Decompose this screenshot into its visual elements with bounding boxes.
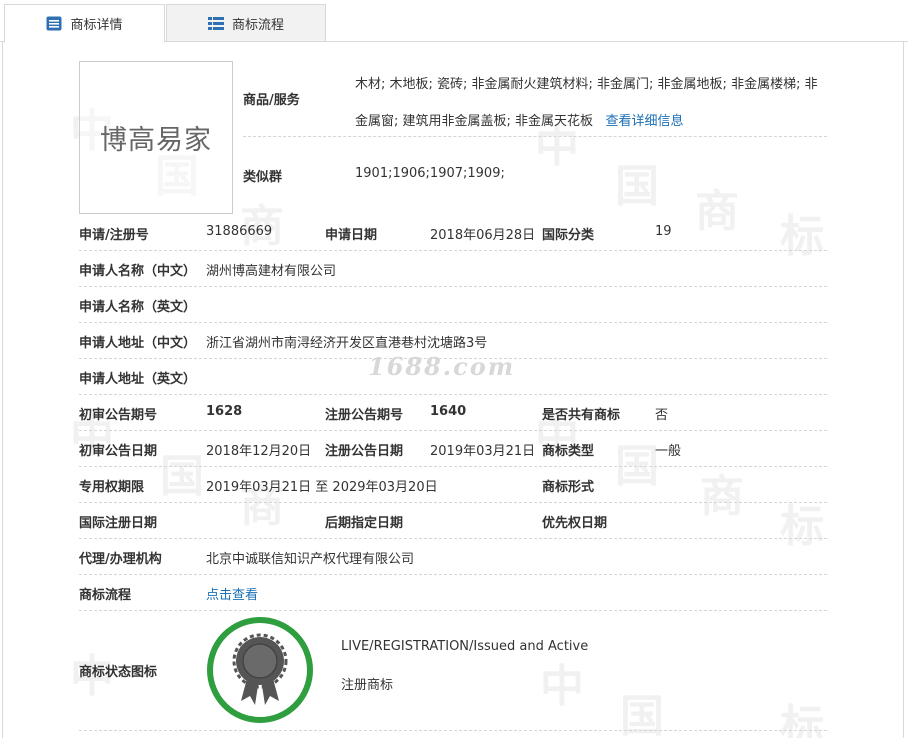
tab-bar: 商标详情 商标流程 xyxy=(0,0,908,43)
trademark-process-label: 商标流程 xyxy=(79,588,132,603)
reg-announcement-no-label: 注册公告期号 xyxy=(325,408,404,423)
watermark-glyph: 标 xyxy=(780,211,824,262)
divider xyxy=(79,538,827,539)
status-subtext: 注册商标 xyxy=(341,678,394,693)
document-icon xyxy=(46,16,62,31)
watermark-glyph: 国 xyxy=(160,451,204,502)
site-watermark: 1688.com xyxy=(368,352,516,381)
watermark-glyph: 商 xyxy=(240,201,284,252)
trademark-type-value: 一般 xyxy=(655,444,682,459)
shared-trademark-label: 是否共有商标 xyxy=(542,408,621,423)
applicant-address-cn-value: 浙江省湖州市南浔经济开发区直港巷村沈塘路3号 xyxy=(206,336,488,351)
applicant-name-cn-label: 申请人名称（中文） xyxy=(79,264,197,279)
later-designation-date-label: 后期指定日期 xyxy=(325,516,404,531)
divider xyxy=(79,322,827,323)
tab-trademark-detail-label: 商标详情 xyxy=(70,18,123,33)
watermark-glyph: 标 xyxy=(780,501,824,552)
divider xyxy=(79,358,827,359)
prelim-announcement-no-value: 1628 xyxy=(206,404,243,419)
divider xyxy=(79,466,827,467)
registered-medal-icon xyxy=(207,617,313,723)
watermark-glyph: 国 xyxy=(615,441,659,492)
watermark-glyph: 中 xyxy=(540,661,584,712)
view-process-link[interactable]: 点击查看 xyxy=(206,584,258,603)
exclusive-period-value: 2019年03月21日 至 2029年03月20日 xyxy=(206,480,438,495)
applicant-address-en-label: 申请人地址（英文） xyxy=(79,372,197,387)
similar-group-value: 1901;1906;1907;1909; xyxy=(355,166,505,181)
view-details-link[interactable]: 查看详细信息 xyxy=(605,114,683,129)
trademark-type-label: 商标类型 xyxy=(542,444,595,459)
tab-trademark-flow[interactable]: 商标流程 xyxy=(166,4,326,42)
watermark-glyph: 商 xyxy=(700,471,744,522)
trademark-form-label: 商标形式 xyxy=(542,480,595,495)
divider xyxy=(79,286,827,287)
watermark-glyph: 国 xyxy=(615,161,659,212)
status-icon-label: 商标状态图标 xyxy=(79,665,158,680)
divider xyxy=(79,394,827,395)
reg-no-label: 申请/注册号 xyxy=(79,228,149,243)
applicant-name-cn-value: 湖州博高建材有限公司 xyxy=(206,264,337,279)
prelim-announcement-date-label: 初审公告日期 xyxy=(79,444,158,459)
goods-value: 木材; 木地板; 瓷砖; 非金属耐火建筑材料; 非金属门; 非金属地板; 非金属… xyxy=(355,66,827,140)
applicant-address-cn-label: 申请人地址（中文） xyxy=(79,336,197,351)
divider xyxy=(79,502,827,503)
trademark-image: 博高易家 xyxy=(79,61,233,214)
intl-class-label: 国际分类 xyxy=(542,228,595,243)
goods-text: 木材; 木地板; 瓷砖; 非金属耐火建筑材料; 非金属门; 非金属地板; 非金属… xyxy=(355,77,818,129)
watermark-glyph: 商 xyxy=(695,186,739,237)
divider xyxy=(79,574,827,575)
divider xyxy=(79,430,827,431)
applicant-name-en-label: 申请人名称（英文） xyxy=(79,300,197,315)
application-date-label: 申请日期 xyxy=(325,228,378,243)
reg-no-value: 31886669 xyxy=(206,224,273,239)
tab-trademark-flow-label: 商标流程 xyxy=(231,17,284,33)
prelim-announcement-no-label: 初审公告期号 xyxy=(79,408,158,423)
intl-class-value: 19 xyxy=(655,224,672,239)
agent-value: 北京中诚联信知识产权代理有限公司 xyxy=(206,552,415,567)
tab-trademark-detail[interactable]: 商标详情 xyxy=(4,4,165,43)
exclusive-period-label: 专用权期限 xyxy=(79,480,145,495)
priority-date-label: 优先权日期 xyxy=(542,516,608,531)
divider xyxy=(243,136,827,137)
prelim-announcement-date-value: 2018年12月20日 xyxy=(206,444,312,459)
shared-trademark-value: 否 xyxy=(655,408,669,423)
similar-group-label: 类似群 xyxy=(243,170,283,185)
list-icon xyxy=(207,16,224,31)
agent-label: 代理/办理机构 xyxy=(79,552,162,567)
intl-reg-date-label: 国际注册日期 xyxy=(79,516,158,531)
trademark-logo-text: 博高易家 xyxy=(100,125,212,156)
reg-announcement-no-value: 1640 xyxy=(430,404,467,419)
reg-announcement-date-value: 2019年03月21日 xyxy=(430,444,536,459)
divider xyxy=(79,610,827,611)
status-text: LIVE/REGISTRATION/Issued and Active xyxy=(341,639,589,654)
goods-label: 商品/服务 xyxy=(243,93,300,108)
application-date-value: 2018年06月28日 xyxy=(430,228,536,243)
divider xyxy=(79,250,827,251)
divider xyxy=(79,730,827,731)
reg-announcement-date-label: 注册公告日期 xyxy=(325,444,404,459)
